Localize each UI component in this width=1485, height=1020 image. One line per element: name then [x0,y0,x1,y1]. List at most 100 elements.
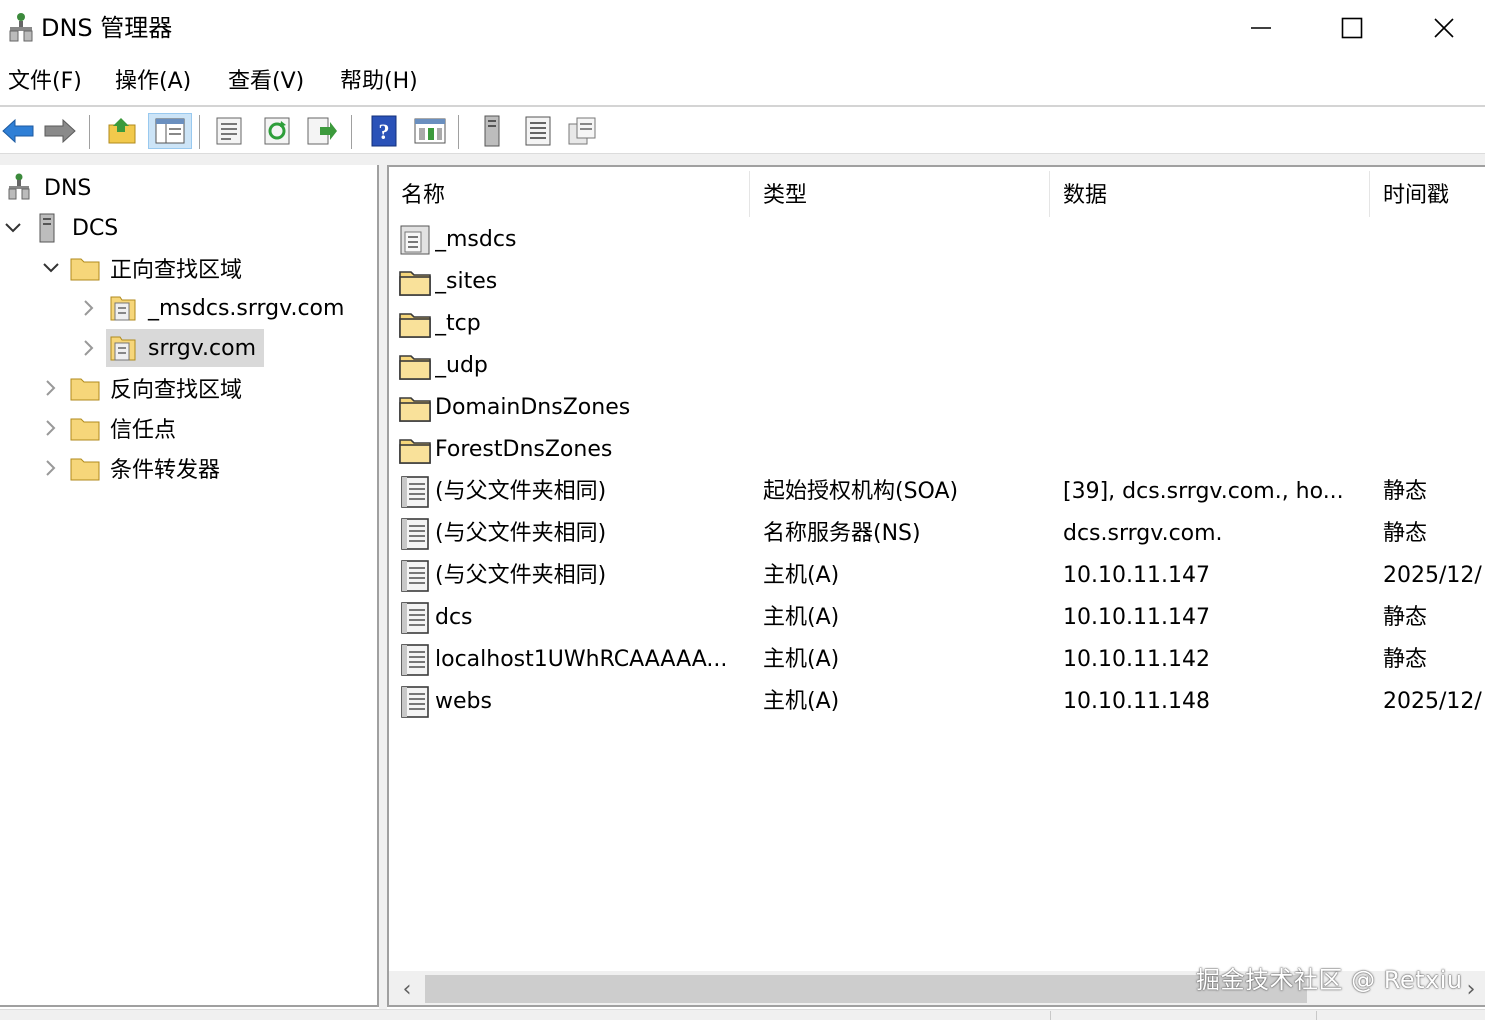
refresh-icon [264,117,290,145]
cell-name: _sites [435,269,498,294]
column-header-timestamp[interactable]: 时间戳 [1371,167,1485,219]
table-row[interactable]: (与父文件夹相同) 主机(A) 10.10.11.147 2025/12/ [389,555,1485,597]
cell-type: 主机(A) [763,647,840,672]
refresh-button[interactable] [259,113,295,149]
zone-icon [108,333,138,363]
menu-help[interactable]: 帮助(H) [340,66,418,98]
scroll-left-arrow-icon[interactable]: ‹ [393,975,421,1003]
table-row[interactable]: DomainDnsZones [389,387,1485,429]
cell-data [1063,429,1369,471]
forward-button[interactable] [42,113,78,149]
cell-type: 起始授权机构(SOA) [763,479,959,504]
table-row[interactable]: dcs 主机(A) 10.10.11.147 静态 [389,597,1485,639]
cell-timestamp: 静态 [1383,521,1428,546]
help-button[interactable]: ? [366,113,402,149]
show-tree-icon [155,118,185,144]
menu-view[interactable]: 查看(V) [228,66,304,98]
close-button[interactable] [1398,0,1485,56]
tree-label-zone-main: srrgv.com [148,335,257,361]
folder-icon [399,266,431,298]
cell-data: [39], dcs.srrgv.com., ho... [1063,479,1344,504]
tree-label-dns: DNS [44,175,92,201]
tree-item-dns[interactable]: DNS [4,170,91,206]
cell-timestamp [1383,219,1485,261]
table-row[interactable]: _sites [389,261,1485,303]
cell-name: localhost1UWhRCAAAAA... [435,647,728,672]
window-title: DNS 管理器 [41,14,173,42]
record-icon [399,560,431,592]
cell-data [1063,219,1369,261]
tree-item-zone-msdcs[interactable]: _msdcs.srrgv.com [78,290,344,326]
column-divider[interactable] [1049,171,1050,217]
cell-name: DomainDnsZones [435,395,631,420]
menu-file[interactable]: 文件(F) [8,66,82,98]
copy-button[interactable] [564,113,600,149]
tree-label-conditional-forwarders: 条件转发器 [110,458,221,483]
folder-icon [70,253,100,283]
cell-timestamp: 静态 [1383,479,1428,504]
cell-data: dcs.srrgv.com. [1063,521,1223,546]
toolbar-separator [351,115,352,149]
up-folder-button[interactable] [104,113,140,149]
list-icon [525,116,551,146]
tree-item-reverse-zones[interactable]: 反向查找区域 [40,370,242,406]
chevron-right-icon[interactable] [40,410,62,446]
column-divider[interactable] [1369,171,1370,217]
column-header-data[interactable]: 数据 [1051,167,1369,219]
table-row[interactable]: (与父文件夹相同) 名称服务器(NS) dcs.srrgv.com. 静态 [389,513,1485,555]
tree-item-conditional-forwarders[interactable]: 条件转发器 [40,450,220,486]
folder-icon [399,350,431,382]
pane-splitter[interactable] [379,165,387,1010]
scrollbar-thumb[interactable] [425,975,1307,1003]
cell-type [763,429,1049,471]
table-row[interactable]: _msdcs [389,219,1485,261]
chevron-right-icon[interactable] [40,370,62,406]
chevron-right-icon[interactable] [78,330,100,366]
back-button[interactable] [0,113,36,149]
cell-data [1063,387,1369,429]
table-row[interactable]: _tcp [389,303,1485,345]
chevron-right-icon[interactable] [40,450,62,486]
list-header: 名称 类型 数据 时间戳 [389,167,1485,219]
menu-bar: 文件(F) 操作(A) 查看(V) 帮助(H) [0,60,1485,104]
tree-item-trust-points[interactable]: 信任点 [40,410,176,446]
chevron-right-icon[interactable] [78,290,100,326]
toolbar-separator [199,115,200,149]
tree-pane: DNS DCS 正向查找区域 _msdcs.srrgv.com srrgv.co… [0,165,379,1007]
tree-item-forward-zones[interactable]: 正向查找区域 [40,250,242,286]
column-divider[interactable] [749,171,750,217]
cell-data: 10.10.11.147 [1063,563,1210,588]
properties-button[interactable] [211,113,247,149]
list-button[interactable] [520,113,556,149]
cell-data [1063,261,1369,303]
minimize-button[interactable] [1215,0,1307,56]
maximize-button[interactable] [1306,0,1398,56]
table-row[interactable]: webs 主机(A) 10.10.11.148 2025/12/ [389,681,1485,723]
console-button[interactable] [412,113,448,149]
table-row[interactable]: (与父文件夹相同) 起始授权机构(SOA) [39], dcs.srrgv.com.… [389,471,1485,513]
chevron-down-icon[interactable] [2,210,24,246]
folder-icon [70,373,100,403]
cell-data: 10.10.11.148 [1063,689,1210,714]
cell-type: 主机(A) [763,689,840,714]
show-tree-button[interactable] [148,113,192,149]
cell-timestamp: 2025/12/ [1383,563,1482,588]
tree-item-zone-main[interactable]: srrgv.com [78,329,265,367]
cell-type [763,303,1049,345]
forward-icon [44,118,76,144]
tree-item-server[interactable]: DCS [2,210,118,246]
server-button[interactable] [474,113,510,149]
menu-action[interactable]: 操作(A) [115,66,191,98]
cell-name: (与父文件夹相同) [435,521,607,546]
column-header-name[interactable]: 名称 [389,167,749,219]
dns-icon [4,173,34,203]
chevron-down-icon[interactable] [40,250,62,286]
record-icon [399,518,431,550]
table-row[interactable]: localhost1UWhRCAAAAA... 主机(A) 10.10.11.142… [389,639,1485,681]
table-row[interactable]: ForestDnsZones [389,429,1485,471]
cell-timestamp [1383,345,1485,387]
column-header-type[interactable]: 类型 [751,167,1049,219]
table-row[interactable]: _udp [389,345,1485,387]
export-button[interactable] [304,113,340,149]
properties-icon [216,117,242,145]
